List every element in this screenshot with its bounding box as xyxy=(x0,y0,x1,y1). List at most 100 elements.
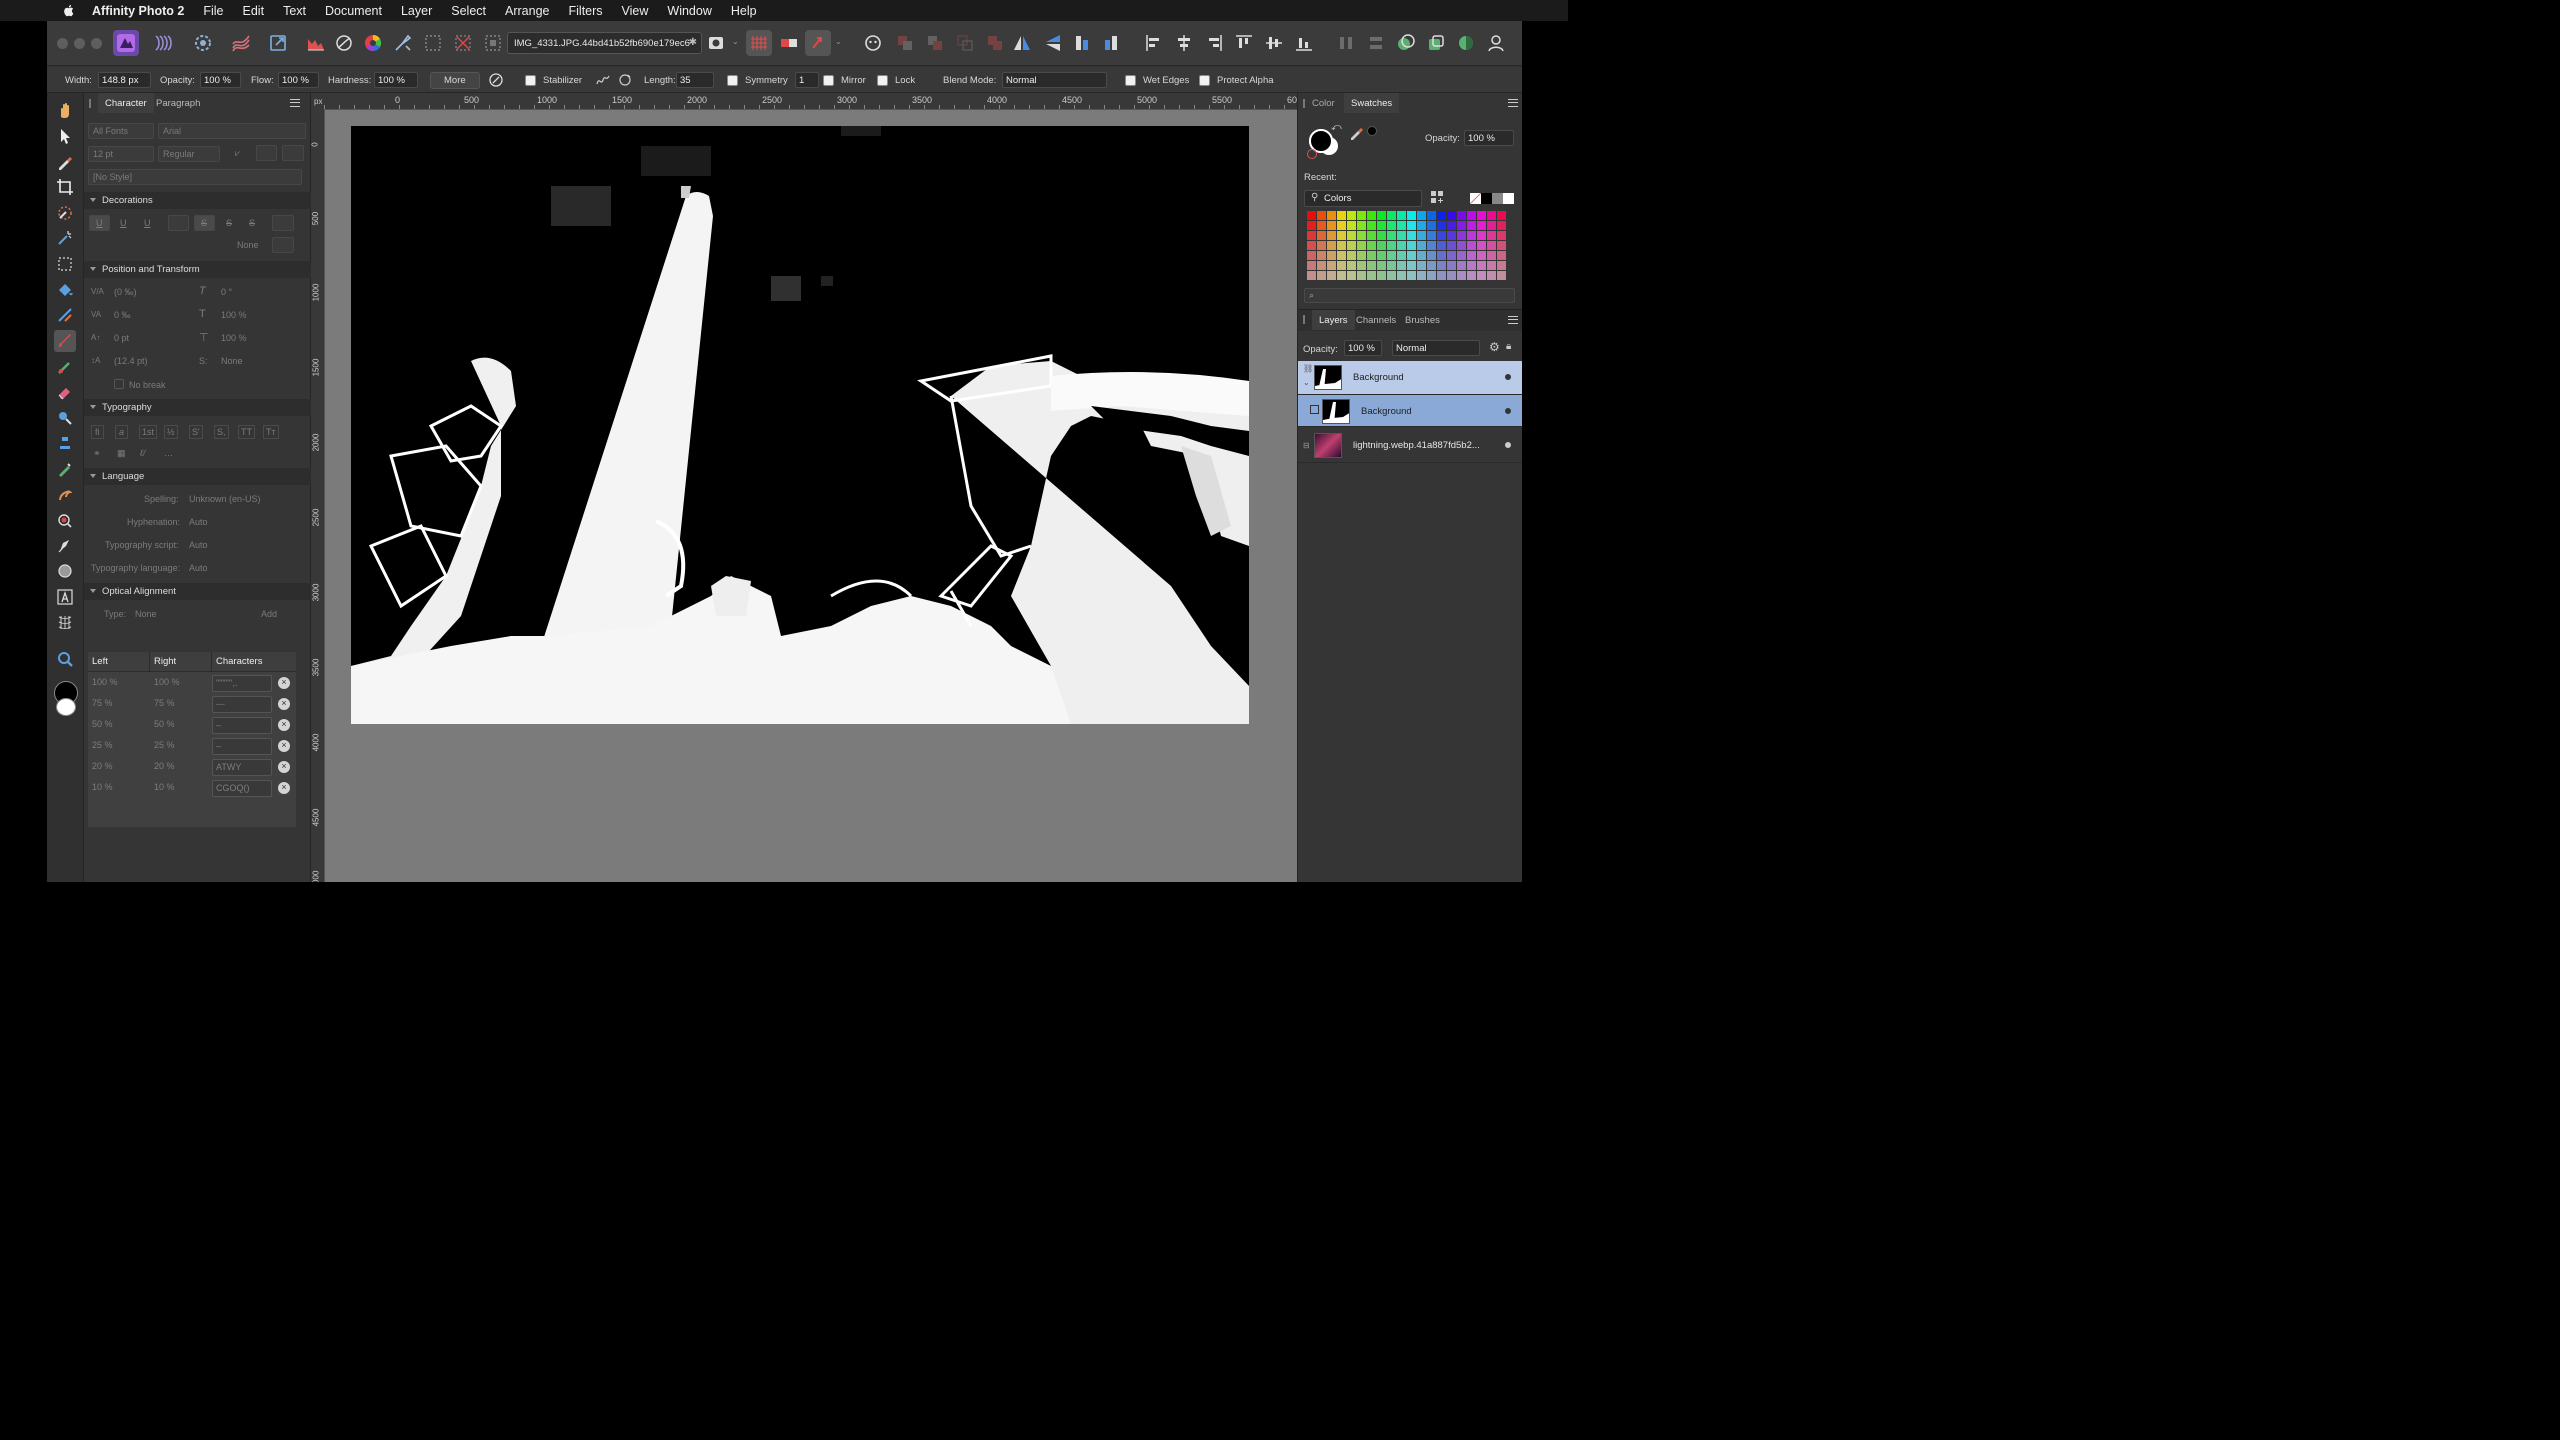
swatch-cell[interactable] xyxy=(1367,221,1376,230)
all-caps-icon[interactable]: TT xyxy=(238,425,255,439)
boolean-subtract-icon[interactable] xyxy=(922,30,948,56)
distribute-horizontal-icon[interactable] xyxy=(1333,30,1359,56)
colour-picker-icon[interactable] xyxy=(1453,30,1479,56)
swatch-cell[interactable] xyxy=(1307,231,1316,240)
ellipse-tool-icon[interactable] xyxy=(54,560,76,582)
swatch-cell[interactable] xyxy=(1457,221,1466,230)
swatch-cell[interactable] xyxy=(1477,221,1486,230)
fill-tool-icon[interactable] xyxy=(54,279,76,301)
layer-row-selected[interactable]: Background xyxy=(1298,395,1522,427)
palette-grid-icon[interactable] xyxy=(1430,190,1444,204)
ruler-unit[interactable]: px xyxy=(311,93,325,110)
cell-right[interactable]: 75 % xyxy=(154,698,175,708)
menu-filters[interactable]: Filters xyxy=(569,4,603,18)
swatch-cell[interactable] xyxy=(1327,261,1336,270)
tab-character[interactable]: Character xyxy=(98,93,154,113)
swatch-cell[interactable] xyxy=(1437,221,1446,230)
swatch-cell[interactable] xyxy=(1407,211,1416,220)
boolean-intersect-icon[interactable] xyxy=(952,30,978,56)
grid-toggle-icon[interactable] xyxy=(746,30,772,56)
flip-vertical-icon[interactable] xyxy=(1040,30,1066,56)
swatch-cell[interactable] xyxy=(1417,251,1426,260)
swatch-cell[interactable] xyxy=(1497,261,1506,270)
photo-persona-icon[interactable] xyxy=(113,30,139,56)
swatch-cell[interactable] xyxy=(1377,271,1386,280)
swatch-cell[interactable] xyxy=(1457,251,1466,260)
stabilizer-checkbox[interactable] xyxy=(525,74,536,86)
stylistic-set-icon[interactable]: ▦ xyxy=(117,448,126,459)
cell-characters[interactable]: ATWY xyxy=(212,759,272,776)
swatch-cell[interactable] xyxy=(1417,261,1426,270)
swatch-opacity-field[interactable]: 100 % xyxy=(1464,130,1514,146)
table-row[interactable]: 25 % 25 % – × xyxy=(88,736,296,757)
vertical-ruler[interactable]: 0 500 1000 1500 2000 2500 3000 3500 4000… xyxy=(311,110,325,882)
selection-brush-icon[interactable] xyxy=(390,30,416,56)
swatch-cell[interactable] xyxy=(1487,271,1496,280)
layer-name[interactable]: lightning.webp.41a887fd5b2... xyxy=(1353,440,1480,451)
small-caps-icon[interactable]: Tт xyxy=(263,425,279,439)
eyedropper-icon[interactable] xyxy=(1349,124,1365,143)
swatch-cell[interactable] xyxy=(1477,231,1486,240)
export-persona-icon[interactable] xyxy=(265,30,291,56)
layer-visibility-icon[interactable] xyxy=(1505,374,1511,380)
swatch-cell[interactable] xyxy=(1497,211,1506,220)
swatch-cell[interactable] xyxy=(1427,241,1436,250)
table-row[interactable]: 20 % 20 % ATWY × xyxy=(88,757,296,778)
horizontal-ruler[interactable]: 0 500 1000 1500 2000 2500 3000 3500 4000… xyxy=(324,93,1307,110)
cell-right[interactable]: 50 % xyxy=(154,719,175,729)
swatch-cell[interactable] xyxy=(1437,241,1446,250)
app-name[interactable]: Affinity Photo 2 xyxy=(92,4,184,18)
hand-tool-icon[interactable] xyxy=(54,99,76,121)
red-eye-tool-icon[interactable] xyxy=(54,509,76,531)
swatch-cell[interactable] xyxy=(1327,221,1336,230)
swatch-cell[interactable] xyxy=(1437,251,1446,260)
tracking-value[interactable]: (0 ‰) xyxy=(114,287,137,297)
mesh-warp-tool-icon[interactable] xyxy=(54,611,76,633)
strikethrough-color-well[interactable] xyxy=(272,215,294,231)
color-picker-tool-icon[interactable] xyxy=(54,151,76,173)
swatch-cell[interactable] xyxy=(1487,261,1496,270)
swatch-cell[interactable] xyxy=(1447,271,1456,280)
swatch-cell[interactable] xyxy=(1437,231,1446,240)
swatch-cell[interactable] xyxy=(1317,241,1326,250)
baseline-value[interactable]: 0 pt xyxy=(114,333,129,343)
gradient-tool-icon[interactable] xyxy=(54,304,76,326)
swatch-cell[interactable] xyxy=(1357,241,1366,250)
swatch-cell[interactable] xyxy=(1457,211,1466,220)
horizontal-scale-value[interactable]: 100 % xyxy=(221,333,247,343)
swatch-cell[interactable] xyxy=(1477,251,1486,260)
swatch-cell[interactable] xyxy=(1387,231,1396,240)
swatch-cell[interactable] xyxy=(1337,251,1346,260)
swatch-cell[interactable] xyxy=(1417,221,1426,230)
pen-tool-icon[interactable] xyxy=(54,535,76,557)
swatch-cell[interactable] xyxy=(1447,221,1456,230)
swatch-cell[interactable] xyxy=(1327,241,1336,250)
length-field[interactable]: 35 xyxy=(676,72,714,88)
menu-select[interactable]: Select xyxy=(451,4,486,18)
align-left-icon[interactable] xyxy=(1141,30,1167,56)
swatch-cell[interactable] xyxy=(1437,271,1446,280)
tab-brushes[interactable]: Brushes xyxy=(1405,310,1440,330)
contextual-icon[interactable]: ℓ/ xyxy=(140,448,145,458)
swatch-cell[interactable] xyxy=(1307,271,1316,280)
pressure-icon[interactable] xyxy=(488,67,504,93)
swatch-cell[interactable] xyxy=(1407,271,1416,280)
panel-menu-icon[interactable] xyxy=(1508,99,1518,107)
smudge-tool-icon[interactable] xyxy=(54,458,76,480)
section-position-transform[interactable]: Position and Transform xyxy=(84,261,311,278)
swatch-cell[interactable] xyxy=(1337,261,1346,270)
column-header-left[interactable]: Left xyxy=(88,652,150,672)
blend-mode-select[interactable]: Normal xyxy=(1002,72,1107,88)
swatch-cell[interactable] xyxy=(1377,221,1386,230)
swatch-cell[interactable] xyxy=(1327,251,1336,260)
menu-help[interactable]: Help xyxy=(731,4,757,18)
window-minimize-button[interactable] xyxy=(74,38,85,49)
swatch-cell[interactable] xyxy=(1467,271,1476,280)
move-tool-icon[interactable] xyxy=(54,125,76,147)
cell-left[interactable]: 25 % xyxy=(92,740,113,750)
layer-opacity-field[interactable]: 100 % xyxy=(1344,340,1382,356)
strikethrough-double-icon[interactable]: S xyxy=(226,218,232,228)
text-tool-icon[interactable] xyxy=(54,586,76,608)
align-top-icon[interactable] xyxy=(1231,30,1257,56)
section-decorations[interactable]: Decorations xyxy=(84,192,311,209)
